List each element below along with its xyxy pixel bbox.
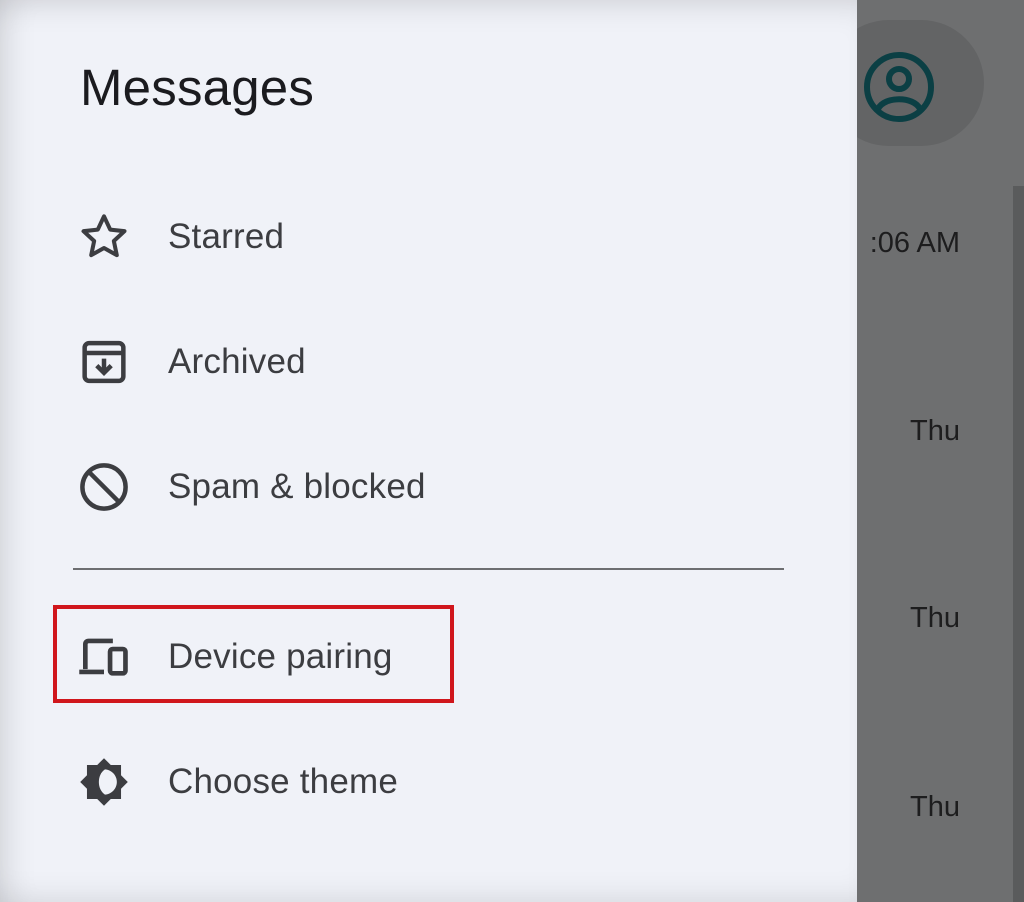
drawer-title: Messages xyxy=(80,59,315,116)
drawer-item-label: Archived xyxy=(168,342,306,381)
drawer-item-choose-theme[interactable]: Choose theme xyxy=(56,734,816,830)
star-icon xyxy=(76,209,132,265)
scrollbar[interactable] xyxy=(1013,186,1024,902)
block-icon xyxy=(76,459,132,515)
navigation-drawer: Messages Starred Archived Spam & blocked… xyxy=(0,0,857,902)
account-circle-icon xyxy=(864,52,934,122)
screen: :06 AM Thu Thu Thu Messages Starred Arch… xyxy=(0,0,1024,902)
drawer-item-archived[interactable]: Archived xyxy=(56,314,816,410)
drawer-item-label: Choose theme xyxy=(168,762,399,801)
archive-icon xyxy=(76,334,132,390)
conversation-time: :06 AM xyxy=(869,227,960,259)
devices-icon xyxy=(76,629,132,685)
drawer-item-label: Spam & blocked xyxy=(168,467,426,506)
conversation-time: Thu xyxy=(910,791,960,823)
drawer-divider xyxy=(73,568,784,570)
conversation-time: Thu xyxy=(910,415,960,447)
theme-icon xyxy=(76,754,132,810)
conversation-time: Thu xyxy=(910,602,960,634)
drawer-item-device-pairing[interactable]: Device pairing xyxy=(56,609,816,705)
drawer-item-spam-blocked[interactable]: Spam & blocked xyxy=(56,439,816,535)
drawer-item-label: Starred xyxy=(168,217,285,256)
drawer-item-starred[interactable]: Starred xyxy=(56,189,816,285)
drawer-item-label: Device pairing xyxy=(168,637,393,676)
